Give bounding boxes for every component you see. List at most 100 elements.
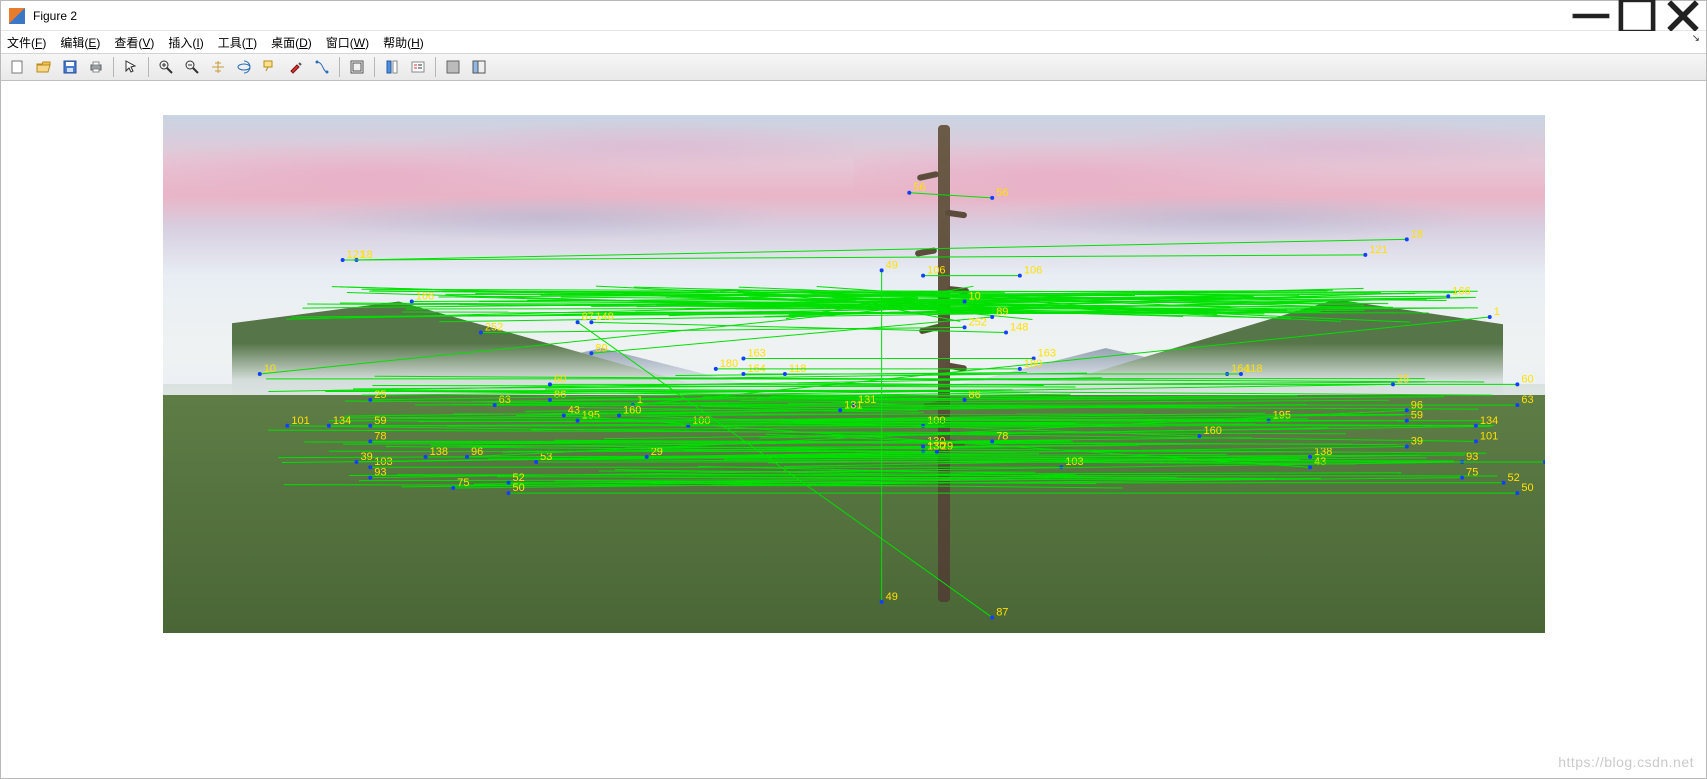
toolbar-separator bbox=[113, 57, 114, 77]
svg-text:78: 78 bbox=[374, 430, 386, 442]
zoom-in-icon[interactable] bbox=[154, 56, 178, 78]
svg-text:49: 49 bbox=[885, 259, 897, 271]
svg-text:106: 106 bbox=[927, 265, 945, 277]
toolbar-separator bbox=[339, 57, 340, 77]
print-icon[interactable] bbox=[84, 56, 108, 78]
menubar: 文件(F) 编辑(E) 查看(V) 插入(I) 工具(T) 桌面(D) 窗口(W) 帮助(H)… bbox=[1, 31, 1706, 53]
svg-text:195: 195 bbox=[1272, 410, 1290, 422]
svg-text:25: 25 bbox=[1396, 373, 1408, 385]
svg-text:56: 56 bbox=[913, 182, 925, 194]
svg-text:180: 180 bbox=[1023, 358, 1041, 370]
svg-text:59: 59 bbox=[1410, 410, 1422, 422]
svg-text:163: 163 bbox=[747, 347, 765, 359]
svg-text:89: 89 bbox=[595, 342, 607, 354]
toolbar bbox=[1, 53, 1706, 81]
hide-tools-icon[interactable] bbox=[441, 56, 465, 78]
menu-t[interactable]: 工具(T) bbox=[218, 34, 257, 51]
svg-text:49: 49 bbox=[885, 591, 897, 603]
svg-text:131: 131 bbox=[858, 394, 876, 406]
feature-match-overlay: 5656181812112110610611166166148148163163… bbox=[163, 115, 1545, 633]
toolbar-separator bbox=[435, 57, 436, 77]
svg-text:10: 10 bbox=[968, 290, 980, 302]
svg-text:134: 134 bbox=[1479, 415, 1497, 427]
svg-text:59: 59 bbox=[374, 415, 386, 427]
brush-icon[interactable] bbox=[284, 56, 308, 78]
toolbar-separator bbox=[374, 57, 375, 77]
svg-text:93: 93 bbox=[1466, 451, 1478, 463]
menu-i[interactable]: 插入(I) bbox=[168, 34, 203, 51]
svg-text:1: 1 bbox=[1493, 306, 1499, 318]
svg-text:18: 18 bbox=[1410, 228, 1422, 240]
toolbar-separator bbox=[148, 57, 149, 77]
svg-text:121: 121 bbox=[1369, 244, 1387, 256]
svg-text:118: 118 bbox=[1244, 363, 1262, 375]
zoom-out-icon[interactable] bbox=[180, 56, 204, 78]
svg-text:121: 121 bbox=[346, 249, 364, 261]
svg-text:101: 101 bbox=[1479, 430, 1497, 442]
rotate3d-icon[interactable] bbox=[232, 56, 256, 78]
insert-legend-icon[interactable] bbox=[406, 56, 430, 78]
insert-colorbar-icon[interactable] bbox=[380, 56, 404, 78]
svg-text:56: 56 bbox=[996, 187, 1008, 199]
svg-text:195: 195 bbox=[581, 410, 599, 422]
link-icon[interactable] bbox=[345, 56, 369, 78]
colorbar-icon[interactable] bbox=[310, 56, 334, 78]
svg-text:50: 50 bbox=[1521, 482, 1533, 494]
svg-text:160: 160 bbox=[623, 404, 641, 416]
menu-h[interactable]: 帮助(H) bbox=[383, 34, 424, 51]
svg-text:106: 106 bbox=[1023, 265, 1041, 277]
window-controls bbox=[1568, 1, 1706, 30]
svg-text:60: 60 bbox=[553, 373, 565, 385]
new-figure-icon[interactable] bbox=[6, 56, 30, 78]
svg-text:87: 87 bbox=[996, 606, 1008, 618]
datatip-icon[interactable] bbox=[258, 56, 282, 78]
menu-d[interactable]: 桌面(D) bbox=[271, 34, 312, 51]
svg-text:134: 134 bbox=[332, 415, 350, 427]
svg-text:138: 138 bbox=[429, 446, 447, 458]
open-icon[interactable] bbox=[32, 56, 56, 78]
svg-text:101: 101 bbox=[291, 415, 309, 427]
menu-f[interactable]: 文件(F) bbox=[7, 34, 46, 51]
svg-text:180: 180 bbox=[719, 358, 737, 370]
svg-text:43: 43 bbox=[567, 404, 579, 416]
svg-text:148: 148 bbox=[595, 311, 613, 323]
svg-text:60: 60 bbox=[1521, 373, 1533, 385]
close-button[interactable] bbox=[1660, 1, 1706, 30]
svg-text:87: 87 bbox=[581, 311, 593, 323]
titlebar: Figure 2 bbox=[1, 1, 1706, 31]
menu-e[interactable]: 编辑(E) bbox=[60, 34, 100, 51]
svg-text:93: 93 bbox=[374, 467, 386, 479]
svg-text:75: 75 bbox=[1466, 467, 1478, 479]
svg-text:75: 75 bbox=[457, 477, 469, 489]
svg-text:52: 52 bbox=[1507, 472, 1519, 484]
svg-text:50: 50 bbox=[512, 482, 524, 494]
svg-text:148: 148 bbox=[1010, 322, 1028, 334]
svg-text:166: 166 bbox=[1452, 285, 1470, 297]
svg-text:63: 63 bbox=[498, 394, 510, 406]
figure-canvas[interactable]: 5656181812112110610611166166148148163163… bbox=[1, 81, 1706, 778]
svg-text:160: 160 bbox=[1203, 425, 1221, 437]
maximize-button[interactable] bbox=[1614, 1, 1660, 30]
app-window: Figure 2 文件(F) 编辑(E) 查看(V) 插入(I) 工具(T) 桌面(D) 窗… bbox=[0, 0, 1707, 779]
svg-text:25: 25 bbox=[374, 389, 386, 401]
menu-v[interactable]: 查看(V) bbox=[114, 34, 154, 51]
svg-text:10: 10 bbox=[263, 363, 275, 375]
svg-text:63: 63 bbox=[1521, 394, 1533, 406]
matched-image-pair: 5656181812112110610611166166148148163163… bbox=[163, 115, 1545, 633]
svg-text:29: 29 bbox=[940, 441, 952, 453]
svg-text:252: 252 bbox=[968, 316, 986, 328]
svg-text:86: 86 bbox=[553, 389, 565, 401]
pointer-icon[interactable] bbox=[119, 56, 143, 78]
pan-icon[interactable] bbox=[206, 56, 230, 78]
menubar-overflow-icon[interactable]: ↘ bbox=[1692, 33, 1700, 44]
svg-text:96: 96 bbox=[471, 446, 483, 458]
minimize-button[interactable] bbox=[1568, 1, 1614, 30]
svg-text:39: 39 bbox=[1410, 436, 1422, 448]
menu-w[interactable]: 窗口(W) bbox=[326, 34, 369, 51]
dock-icon[interactable] bbox=[467, 56, 491, 78]
svg-text:89: 89 bbox=[996, 306, 1008, 318]
window-title: Figure 2 bbox=[31, 9, 1568, 23]
watermark: https://blog.csdn.net bbox=[1558, 754, 1694, 770]
save-icon[interactable] bbox=[58, 56, 82, 78]
matlab-app-icon bbox=[9, 8, 25, 24]
